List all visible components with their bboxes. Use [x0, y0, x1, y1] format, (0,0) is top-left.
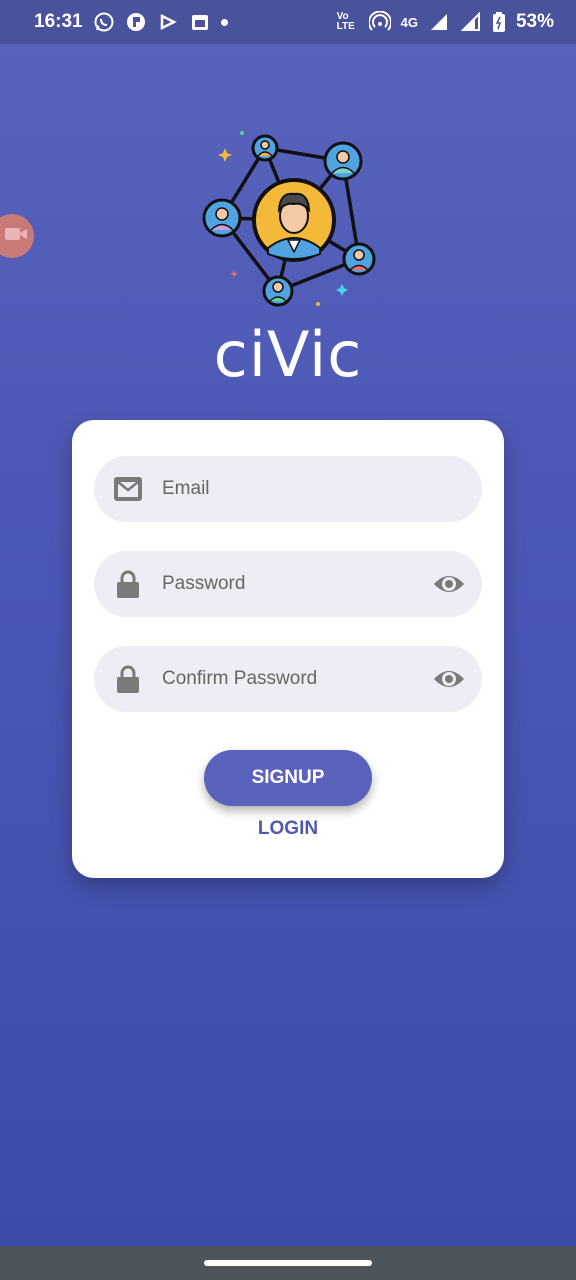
password-field[interactable]: [94, 551, 482, 617]
hotspot-icon: [368, 11, 391, 33]
volte-indicator: Vo LTE: [336, 11, 355, 32]
home-gesture-handle[interactable]: [204, 1260, 372, 1266]
video-camera-bubble[interactable]: [0, 214, 34, 258]
confirm-password-field[interactable]: [94, 646, 482, 712]
status-bar: 16:31 Vo LTE 4G 53%: [0, 0, 576, 44]
status-time: 16:31: [34, 11, 83, 32]
cast-notification-icon: [157, 11, 179, 33]
lock-icon: [112, 663, 144, 695]
email-field[interactable]: [94, 456, 482, 522]
app-name: ciVic: [213, 318, 363, 391]
password-input[interactable]: [162, 551, 412, 617]
signal-icon-2: [460, 11, 482, 33]
eye-icon[interactable]: [432, 570, 466, 598]
lock-icon: [112, 568, 144, 600]
app-logo: [198, 128, 380, 310]
email-input[interactable]: [162, 456, 412, 522]
envelope-icon: [112, 473, 144, 505]
signal-icon-1: [428, 11, 450, 33]
calendar-notification-icon: [189, 11, 211, 33]
battery-percent: 53%: [515, 11, 554, 32]
more-notifications-dot: [220, 18, 228, 26]
signup-card: SIGNUP LOGIN: [72, 420, 504, 878]
signup-button[interactable]: SIGNUP: [204, 750, 372, 806]
app-notification-icon: [125, 11, 147, 33]
confirm-password-input[interactable]: [162, 646, 412, 712]
status-bar-left: 16:31: [34, 11, 228, 33]
network-people-icon: [202, 131, 376, 307]
battery-icon: [492, 11, 506, 33]
status-bar-right: Vo LTE 4G 53%: [337, 11, 554, 33]
navigation-bar: [0, 1246, 576, 1280]
whatsapp-icon: [93, 11, 115, 33]
network-type: 4G: [400, 14, 418, 30]
eye-icon[interactable]: [432, 665, 466, 693]
login-link[interactable]: LOGIN: [72, 818, 504, 840]
video-camera-icon: [3, 225, 29, 248]
